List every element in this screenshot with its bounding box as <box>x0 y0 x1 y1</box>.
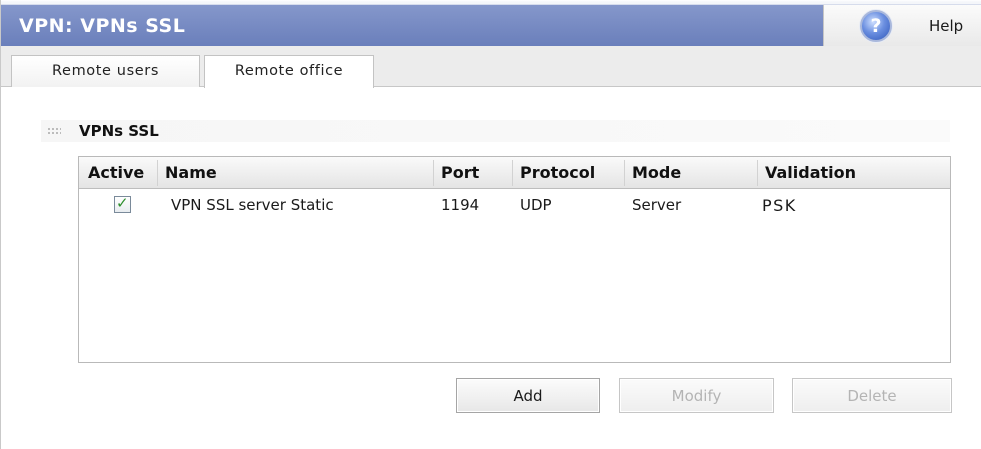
title-bar: VPN: VPNs SSL ? Help <box>1 0 981 46</box>
tab-remote-users[interactable]: Remote users <box>11 55 200 87</box>
help-icon-glyph: ? <box>870 15 882 37</box>
table-row[interactable]: ✓ VPN SSL server Static 1194 UDP Server … <box>79 191 950 219</box>
tab-bar: Remote users Remote office <box>1 46 981 88</box>
cell-protocol: UDP <box>520 196 552 214</box>
window-title: VPN: VPNs SSL <box>19 15 186 37</box>
check-icon: ✓ <box>116 194 129 212</box>
add-button[interactable]: Add <box>456 378 600 413</box>
tab-remote-office[interactable]: Remote office <box>204 55 374 88</box>
vpn-table: Active Name Port Protocol Mode Validatio… <box>78 156 951 363</box>
modify-button[interactable]: Modify <box>619 378 774 413</box>
help-icon[interactable]: ? <box>860 10 892 42</box>
cell-mode: Server <box>632 196 682 214</box>
cell-validation: PSK <box>762 196 797 215</box>
section-title: VPNs SSL <box>79 122 159 140</box>
help-label[interactable]: Help <box>929 17 963 35</box>
table-header: Active Name Port Protocol Mode Validatio… <box>79 157 950 189</box>
help-button[interactable]: ? Help <box>823 5 981 46</box>
cell-name: VPN SSL server Static <box>171 196 334 214</box>
cell-port: 1194 <box>441 196 480 214</box>
column-header-mode[interactable]: Mode <box>625 163 681 187</box>
vpn-ssl-window: VPN: VPNs SSL ? Help Remote users Remote… <box>0 0 981 449</box>
column-header-name[interactable]: Name <box>158 163 217 187</box>
column-header-port[interactable]: Port <box>434 163 479 187</box>
grip-icon <box>47 127 61 135</box>
active-checkbox[interactable]: ✓ <box>114 194 131 213</box>
column-header-validation[interactable]: Validation <box>758 163 856 187</box>
column-header-protocol[interactable]: Protocol <box>513 163 595 187</box>
column-header-active[interactable]: Active <box>81 163 144 187</box>
delete-button[interactable]: Delete <box>792 378 952 413</box>
section-header: VPNs SSL <box>41 120 950 142</box>
